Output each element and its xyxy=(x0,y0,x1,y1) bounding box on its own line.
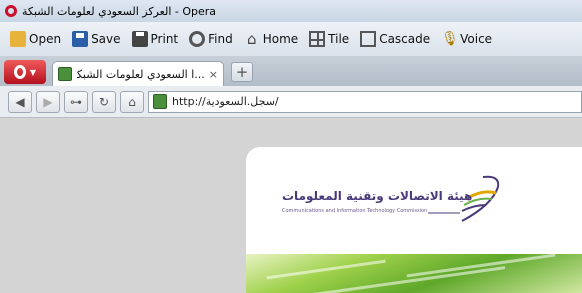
key-icon: ⊶ xyxy=(70,94,82,109)
home-icon: ⌂ xyxy=(128,94,136,109)
tile-button[interactable]: Tile xyxy=(309,31,349,47)
find-label: Find xyxy=(208,32,233,46)
site-favicon-icon xyxy=(153,94,167,109)
chevron-down-icon: ▼ xyxy=(29,67,37,77)
arrow-left-icon: ◀ xyxy=(15,94,25,109)
banner-stripe xyxy=(306,266,506,293)
banner-stripe xyxy=(266,259,386,280)
cascade-icon xyxy=(360,31,377,47)
site-favicon-icon xyxy=(58,67,72,81)
tab-label: ...ا السعودي لعلومات الشبكة xyxy=(77,67,205,81)
open-button[interactable]: Open xyxy=(10,31,61,47)
close-icon[interactable]: × xyxy=(209,68,218,81)
opera-logo-icon xyxy=(5,5,17,17)
save-label: Save xyxy=(91,32,121,46)
voice-label: Voice xyxy=(460,32,493,46)
url-text: http://سجل.السعودية/ xyxy=(172,95,279,108)
open-label: Open xyxy=(29,32,62,46)
banner-stripe xyxy=(406,253,556,278)
magnifier-icon xyxy=(189,31,206,47)
cascade-label: Cascade xyxy=(379,32,431,46)
wand-button[interactable]: ⊶ xyxy=(64,90,88,113)
print-button[interactable]: Print xyxy=(131,31,179,47)
cascade-button[interactable]: Cascade xyxy=(360,31,430,47)
arrow-right-icon: ▶ xyxy=(43,94,53,109)
home-button[interactable]: ⌂ Home xyxy=(244,31,298,47)
opera-menu-button[interactable]: ▼ xyxy=(4,60,46,84)
voice-button[interactable]: 🎙 Voice xyxy=(441,31,492,47)
logo-english-text: Communications and Information Technolog… xyxy=(282,208,428,214)
home-nav-button[interactable]: ⌂ xyxy=(120,90,144,113)
home-icon: ⌂ xyxy=(246,30,257,48)
tab-active[interactable]: ...ا السعودي لعلومات الشبكة × xyxy=(52,61,224,86)
printer-icon xyxy=(131,31,148,47)
print-label: Print xyxy=(150,32,179,46)
green-banner xyxy=(246,253,582,293)
find-button[interactable]: Find xyxy=(189,31,233,47)
url-field[interactable]: http://سجل.السعودية/ xyxy=(148,90,582,113)
page-viewport: هيئة الاتصالات وتقنية المعلومات Communic… xyxy=(0,119,582,293)
microphone-icon: 🎙 xyxy=(441,31,459,47)
tile-label: Tile xyxy=(328,32,350,46)
forward-button[interactable]: ▶ xyxy=(36,90,60,113)
opera-logo-icon xyxy=(13,65,26,79)
logo-arabic-text: هيئة الاتصالات وتقنية المعلومات xyxy=(282,189,473,203)
back-button[interactable]: ◀ xyxy=(8,90,32,113)
home-label: Home xyxy=(262,32,299,46)
save-button[interactable]: Save xyxy=(72,31,121,47)
web-page: هيئة الاتصالات وتقنية المعلومات Communic… xyxy=(246,147,582,293)
reload-button[interactable]: ↻ xyxy=(92,90,116,113)
address-bar: ◀ ▶ ⊶ ↻ ⌂ http://سجل.السعودية/ xyxy=(0,86,582,118)
tile-icon xyxy=(309,31,326,47)
main-toolbar: Open Save Print Find ⌂ Home Tile Cascade… xyxy=(0,22,582,56)
new-tab-button[interactable]: + xyxy=(231,62,253,82)
window-titlebar: العركز السعودي لعلومات الشبكة - Opera xyxy=(0,0,582,22)
save-disk-icon xyxy=(72,31,89,47)
tab-bar: ▼ ...ا السعودي لعلومات الشبكة × + xyxy=(0,56,582,86)
window-title: العركز السعودي لعلومات الشبكة - Opera xyxy=(22,4,217,18)
open-folder-icon xyxy=(10,31,26,47)
reload-icon: ↻ xyxy=(98,94,110,109)
